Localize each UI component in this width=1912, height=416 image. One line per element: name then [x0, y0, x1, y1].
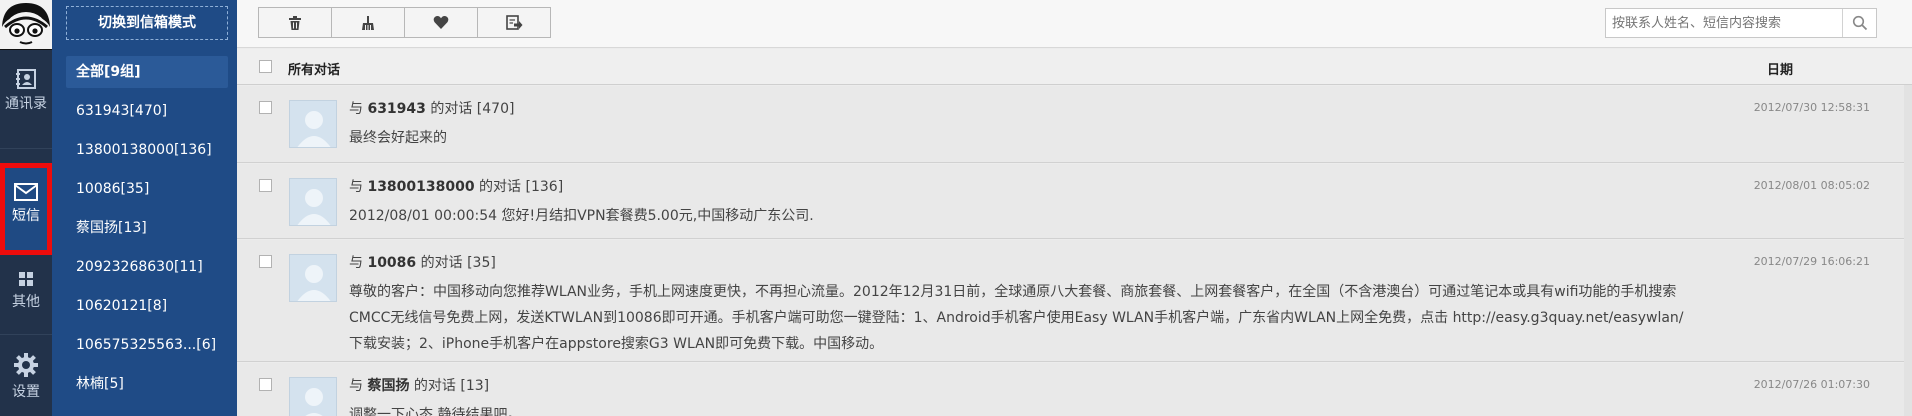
- conversation-date: 2012/08/01 08:05:02: [1753, 179, 1870, 192]
- conversation-title: 与 蔡国扬 的对话 [13]: [349, 378, 490, 394]
- delete-button[interactable]: [258, 7, 332, 38]
- broom-icon: [362, 15, 374, 30]
- nav-divider: [0, 148, 52, 149]
- group-item[interactable]: 20923268630[11]: [66, 251, 228, 283]
- conversation-title: 与 631943 的对话 [470]: [349, 101, 515, 117]
- conversation-contact: 631943: [367, 101, 426, 117]
- group-item[interactable]: 10086[35]: [66, 173, 228, 205]
- favorite-button[interactable]: [404, 7, 478, 38]
- conversation-row[interactable]: 与 10086 的对话 [35] 尊敬的客户：中国移动向您推荐WLAN业务，手机…: [237, 240, 1912, 362]
- conversation-preview: 调整一下心态,静待结果吧。: [349, 407, 522, 416]
- conversation-date: 2012/07/29 16:06:21: [1753, 255, 1870, 268]
- nav-divider: [0, 334, 52, 335]
- conversation-date: 2012/07/30 12:58:31: [1753, 101, 1870, 114]
- row-checkbox[interactable]: [259, 101, 272, 114]
- gear-icon: [14, 353, 38, 377]
- group-item-all[interactable]: 全部[9组]: [66, 56, 228, 88]
- export-icon: [505, 15, 522, 30]
- search-input[interactable]: [1606, 9, 1842, 37]
- list-header: 所有对话 日期: [237, 49, 1912, 85]
- contact-avatar: [289, 254, 337, 302]
- search-box: [1605, 8, 1877, 38]
- row-checkbox[interactable]: [259, 179, 272, 192]
- contact-avatar: [289, 178, 337, 226]
- conversation-preview: 最终会好起来的: [349, 130, 447, 146]
- group-item[interactable]: 林楠[5]: [66, 368, 228, 400]
- group-item[interactable]: 蔡国扬[13]: [66, 212, 228, 244]
- contact-avatar: [289, 377, 337, 416]
- nav-contacts-label: 通讯录: [5, 96, 47, 112]
- conversation-row[interactable]: 与 631943 的对话 [470] 最终会好起来的 2012/07/30 12…: [237, 86, 1912, 163]
- conversation-preview: 2012/08/01 00:00:54 您好!月结扣VPN套餐费5.00元,中国…: [349, 208, 814, 224]
- row-checkbox[interactable]: [259, 255, 272, 268]
- conversation-contact: 10086: [367, 255, 417, 271]
- select-all-checkbox[interactable]: [259, 60, 272, 73]
- envelope-icon: [14, 183, 38, 201]
- nav-settings[interactable]: 设置: [0, 352, 52, 401]
- list-scrollbar[interactable]: [1904, 85, 1912, 416]
- switch-mailbox-mode-button[interactable]: 切换到信箱模式: [66, 6, 228, 40]
- group-panel: 切换到信箱模式 全部[9组] 631943[470] 13800138000[1…: [52, 0, 237, 416]
- conversation-title: 与 13800138000 的对话 [136]: [349, 179, 564, 195]
- date-column-label: 日期: [1767, 63, 1794, 78]
- nav-contacts[interactable]: 通讯录: [0, 68, 52, 113]
- nav-other[interactable]: 其他: [0, 270, 52, 311]
- conversation-contact: 13800138000: [367, 179, 475, 195]
- grid-icon: [19, 272, 33, 286]
- conversation-contact: 蔡国扬: [367, 378, 410, 394]
- conversation-preview: 尊敬的客户：中国移动向您推荐WLAN业务，手机上网速度更快，不再担心流量。201…: [349, 284, 1684, 352]
- main-panel: 所有对话 日期 与 631943 的对话 [470] 最终会好起来的 2012/…: [237, 0, 1912, 416]
- clean-button[interactable]: [331, 7, 405, 38]
- heart-icon: [433, 15, 449, 29]
- group-item[interactable]: 10620121[8]: [66, 290, 228, 322]
- toolbar: [237, 0, 1912, 48]
- nav-sms[interactable]: 短信: [0, 163, 52, 255]
- contacts-icon: [16, 69, 36, 89]
- nav-settings-label: 设置: [12, 384, 40, 400]
- group-item[interactable]: 13800138000[136]: [66, 134, 228, 166]
- conversation-title: 与 10086 的对话 [35]: [349, 255, 496, 271]
- search-button[interactable]: [1842, 9, 1876, 37]
- contact-avatar: [289, 100, 337, 148]
- user-avatar[interactable]: [0, 0, 52, 50]
- conversation-row[interactable]: 与 蔡国扬 的对话 [13] 调整一下心态,静待结果吧。 2012/07/26 …: [237, 363, 1912, 416]
- conversation-date: 2012/07/26 01:07:30: [1753, 378, 1870, 391]
- nav-other-label: 其他: [12, 294, 40, 310]
- group-item[interactable]: 106575325563...[6]: [66, 329, 228, 361]
- conversation-row[interactable]: 与 13800138000 的对话 [136] 2012/08/01 00:00…: [237, 164, 1912, 239]
- nav-rail: 通讯录 短信 其他 设置: [0, 0, 52, 416]
- all-conversations-label: 所有对话: [288, 63, 341, 78]
- trash-icon: [289, 15, 301, 30]
- row-checkbox[interactable]: [259, 378, 272, 391]
- group-item[interactable]: 631943[470]: [66, 95, 228, 127]
- export-button[interactable]: [477, 7, 551, 38]
- search-icon: [1852, 15, 1867, 31]
- nav-sms-label: 短信: [12, 208, 40, 224]
